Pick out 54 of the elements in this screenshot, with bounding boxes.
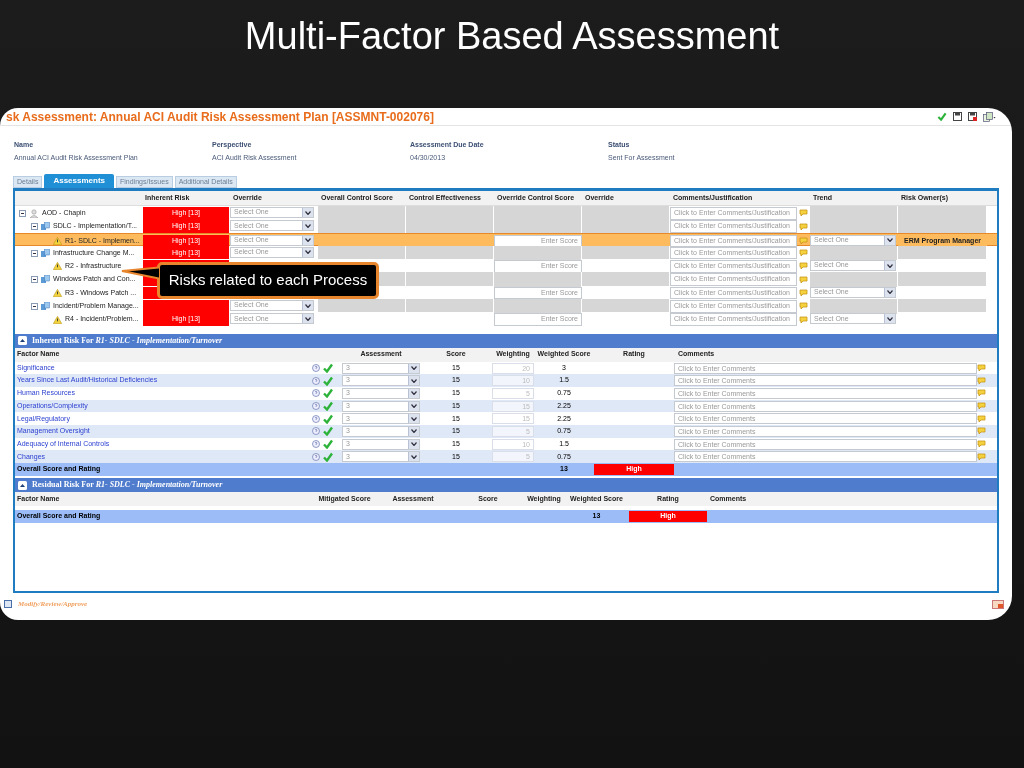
dropdown-button[interactable] bbox=[408, 376, 419, 386]
check-icon bbox=[323, 375, 333, 386]
check-icon bbox=[323, 451, 333, 462]
save-icon[interactable] bbox=[953, 112, 962, 121]
check-icon bbox=[323, 426, 333, 437]
collapse-icon[interactable] bbox=[18, 336, 27, 346]
section-title: Residual Risk For R1- SDLC - Implementation/Turnover bbox=[32, 479, 223, 492]
dropdown-button[interactable] bbox=[408, 388, 419, 398]
warning-icon bbox=[53, 236, 62, 245]
tab[interactable]: Assessments bbox=[44, 174, 114, 188]
section-title: Inherent Risk For R1- SDLC - Implementation/Turnover bbox=[32, 334, 223, 347]
dropdown-button[interactable] bbox=[884, 314, 895, 324]
collapse-icon[interactable] bbox=[31, 249, 38, 257]
dropdown-button[interactable] bbox=[302, 301, 313, 311]
dropdown-button[interactable] bbox=[408, 401, 419, 411]
collapse-icon[interactable] bbox=[19, 209, 26, 217]
collapse-icon[interactable] bbox=[31, 276, 38, 284]
callout: Risks related to each Process bbox=[157, 262, 379, 299]
dropdown-button[interactable] bbox=[884, 261, 895, 271]
process-icon bbox=[41, 222, 50, 232]
dropdown-button[interactable] bbox=[408, 363, 419, 373]
check-icon bbox=[323, 439, 333, 450]
warning-icon bbox=[53, 262, 62, 271]
dropdown-button[interactable] bbox=[302, 314, 313, 324]
person-icon bbox=[29, 208, 39, 218]
copy-icon[interactable] bbox=[983, 111, 996, 122]
process-icon bbox=[41, 248, 50, 258]
warning-icon bbox=[53, 289, 62, 298]
dropdown-button[interactable] bbox=[408, 414, 419, 424]
dropdown-button[interactable] bbox=[302, 235, 313, 245]
slide-title: Multi-Factor Based Assessment bbox=[243, 14, 781, 59]
process-icon bbox=[41, 275, 50, 285]
process-icon bbox=[41, 301, 50, 311]
dropdown-button[interactable] bbox=[302, 221, 313, 231]
dropdown-button[interactable] bbox=[884, 235, 895, 245]
page-title: sk Assessment: Annual ACI Audit Risk Assessment Plan [ASSMNT-002076] bbox=[6, 108, 434, 126]
expand-icon[interactable] bbox=[4, 600, 12, 609]
dropdown-button[interactable] bbox=[408, 452, 419, 462]
collapse-icon[interactable] bbox=[18, 480, 27, 490]
dropdown-button[interactable] bbox=[408, 426, 419, 436]
check-icon bbox=[323, 388, 333, 399]
check-icon bbox=[323, 363, 333, 373]
check-icon bbox=[323, 413, 333, 424]
check-icon bbox=[937, 112, 947, 121]
dropdown-button[interactable] bbox=[302, 208, 313, 217]
dropdown-button[interactable] bbox=[302, 247, 313, 257]
collapse-icon[interactable] bbox=[31, 223, 38, 231]
dropdown-button[interactable] bbox=[408, 439, 419, 449]
window-icon[interactable] bbox=[992, 599, 1004, 609]
dropdown-button[interactable] bbox=[884, 287, 895, 297]
collapse-icon[interactable] bbox=[31, 302, 38, 310]
check-icon bbox=[323, 401, 333, 412]
save-icon[interactable] bbox=[968, 112, 977, 121]
warning-icon bbox=[53, 315, 62, 324]
